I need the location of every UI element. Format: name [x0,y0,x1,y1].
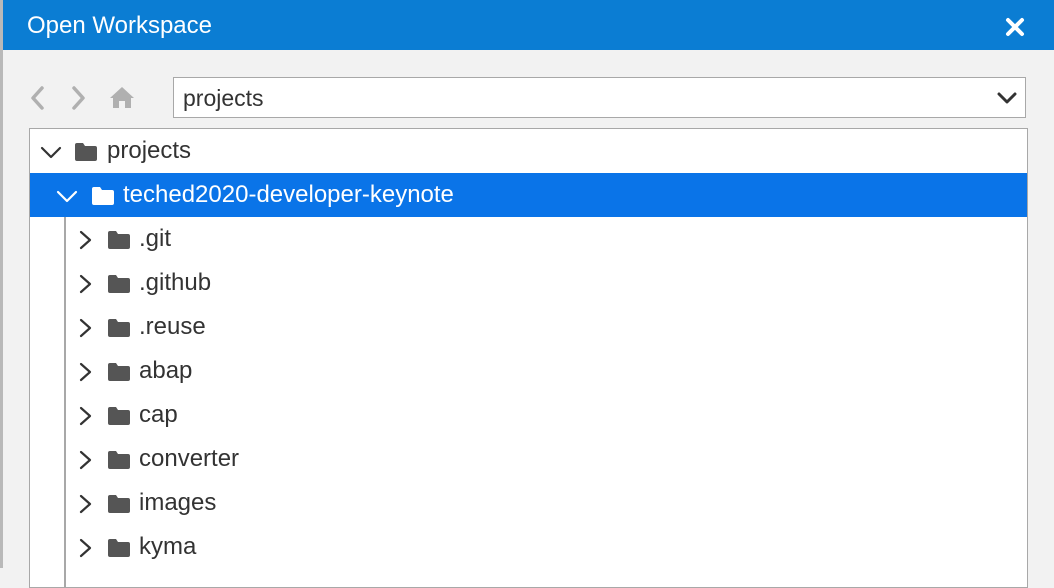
tree-row-label: kyma [139,533,197,560]
tree-row-child[interactable]: .git [30,217,1027,261]
chevron-right-icon[interactable] [74,406,96,426]
tree-row-projects[interactable]: projects [30,129,1027,173]
tree-row-child[interactable]: .reuse [30,305,1027,349]
folder-icon [108,231,130,249]
home-button[interactable] [107,84,137,112]
tree-row-teched2020-developer-keynote[interactable]: teched2020-developer-keynote [30,173,1027,217]
folder-icon [75,143,97,161]
open-workspace-dialog: Open Workspace projects projects teched2… [0,0,1054,588]
chevron-right-icon[interactable] [74,538,96,558]
chevron-right-icon[interactable] [74,450,96,470]
folder-icon [108,275,130,293]
chevron-right-icon[interactable] [74,274,96,294]
location-select[interactable]: projects [173,77,1026,118]
tree-row-label: .github [139,269,212,296]
tree-row-label: .git [139,225,172,252]
forward-button[interactable] [66,84,90,112]
chevron-down-icon[interactable] [40,142,62,162]
chevron-left-icon [31,86,44,110]
chevron-right-icon[interactable] [74,230,96,250]
home-icon [110,87,134,108]
tree-row-label: projects [107,137,192,164]
tree-row-child[interactable]: kyma [30,525,1027,569]
tree-row-label: abap [139,357,193,384]
folder-icon [92,187,114,205]
dialog-title: Open Workspace [27,12,212,39]
close-button[interactable] [998,10,1032,44]
chevron-right-icon[interactable] [74,318,96,338]
tree-row-label: cap [139,401,178,428]
tree-row-child[interactable]: cap [30,393,1027,437]
tree-row-label: .reuse [139,313,206,340]
close-icon [1006,18,1024,36]
chevron-down-icon [997,92,1017,104]
folder-icon [108,495,130,513]
tree-row-child[interactable]: converter [30,437,1027,481]
tree-row-label: images [139,489,217,516]
tree-row-label: teched2020-developer-keynote [123,181,454,208]
tree-row-label: converter [139,445,240,472]
folder-icon [108,319,130,337]
folder-icon [108,539,130,557]
folder-tree: projects teched2020-developer-keynote .g… [29,128,1028,588]
back-button[interactable] [26,84,50,112]
tree-row-child[interactable]: .github [30,261,1027,305]
chevron-down-icon[interactable] [56,186,78,206]
chevron-right-icon[interactable] [74,362,96,382]
dialog-titlebar: Open Workspace [3,0,1054,50]
chevron-right-icon [72,86,85,110]
chevron-right-icon[interactable] [74,494,96,514]
folder-icon [108,363,130,381]
tree-row-child[interactable]: abap [30,349,1027,393]
folder-icon [108,407,130,425]
folder-icon [108,451,130,469]
tree-row-child[interactable]: images [30,481,1027,525]
location-select-value: projects [183,85,264,111]
